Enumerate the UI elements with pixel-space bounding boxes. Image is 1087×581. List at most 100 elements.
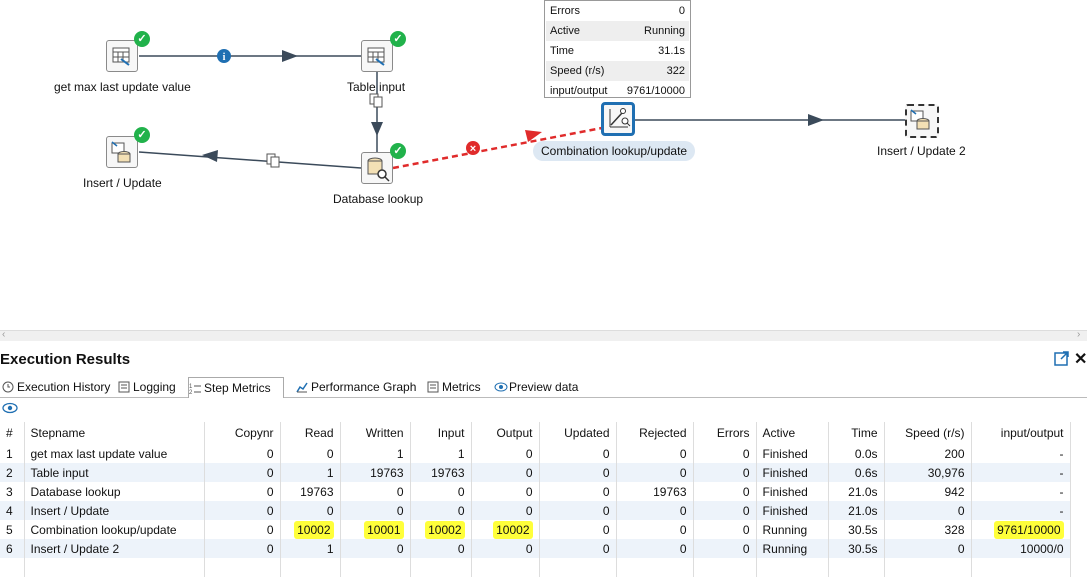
- scroll-right-icon[interactable]: ›: [1077, 329, 1080, 340]
- column-header[interactable]: input/output: [971, 422, 1071, 444]
- scroll-left-icon[interactable]: ‹: [2, 329, 5, 340]
- table-cell: 30.5s: [828, 520, 885, 539]
- table-cell: Database lookup: [24, 482, 205, 501]
- table-cell: 200: [884, 444, 972, 463]
- column-header[interactable]: Rejected: [616, 422, 694, 444]
- transformation-canvas[interactable]: i × ✓ get max last update value ✓ Table …: [0, 0, 1087, 330]
- table-cell: 0: [693, 482, 757, 501]
- table-row[interactable]: 2 Table input 0 1 19763 19763 0 0 0 0 Finished 0.6s…: [0, 463, 1071, 482]
- tooltip-row: Errors 0: [550, 5, 685, 17]
- table-cell: Finished: [756, 463, 829, 482]
- column-header[interactable]: Read: [280, 422, 341, 444]
- success-check-icon: ✓: [390, 143, 406, 159]
- highlighted-value: 10002: [425, 520, 465, 539]
- table-cell: [884, 558, 972, 577]
- tooltip-row: Active Running: [546, 21, 689, 41]
- table-row[interactable]: 6 Insert / Update 2 0 1 0 0 0 0 0 0 Running 30.5s 0 1…: [0, 539, 1071, 558]
- step-metrics-table: # Stepname Copynr Read Written Input Out…: [0, 422, 1071, 577]
- table-cell: 0: [616, 463, 694, 482]
- step-label: Insert / Update: [83, 176, 162, 190]
- table-cell: 0: [539, 501, 617, 520]
- table-row[interactable]: 3 Database lookup 0 19763 0 0 0 0 19763 0 Finished…: [0, 482, 1071, 501]
- show-hide-eye-icon[interactable]: [2, 402, 18, 417]
- table-cell: 6: [0, 539, 25, 558]
- table-cell: 0: [471, 482, 540, 501]
- table-row[interactable]: 1 get max last update value 0 0 1 1 0 0 0 0 Finish…: [0, 444, 1071, 463]
- column-header[interactable]: Stepname: [24, 422, 205, 444]
- column-header[interactable]: Updated: [539, 422, 617, 444]
- table-cell: 10001: [340, 520, 411, 539]
- table-cell: 1: [0, 444, 25, 463]
- results-tab-bar: Execution History Logging 1 2 Step Metrics…: [0, 375, 1087, 398]
- table-cell: Running: [756, 520, 829, 539]
- table-cell: 328: [884, 520, 972, 539]
- graph-icon: [296, 379, 308, 393]
- maximize-icon[interactable]: [1054, 351, 1069, 366]
- table-cell: 0: [204, 520, 281, 539]
- insert-update-icon: [106, 136, 138, 168]
- close-icon[interactable]: ✕: [1074, 349, 1087, 369]
- table-cell: 0: [616, 444, 694, 463]
- table-cell: 10002: [471, 520, 540, 539]
- table-cell: 0: [204, 463, 281, 482]
- step-metrics-table-container[interactable]: # Stepname Copynr Read Written Input Out…: [0, 422, 1087, 581]
- table-cell: 0: [471, 444, 540, 463]
- table-cell: [471, 558, 540, 577]
- tab-step-metrics[interactable]: 1 2 Step Metrics: [188, 377, 284, 398]
- table-cell: -: [971, 463, 1071, 482]
- table-input-icon: [106, 40, 138, 72]
- column-header[interactable]: Input: [410, 422, 472, 444]
- step-label: Database lookup: [333, 192, 424, 206]
- table-cell: 942: [884, 482, 972, 501]
- copy-rows-icon: [369, 93, 383, 108]
- table-cell: get max last update value: [24, 444, 205, 463]
- metrics-icon: [427, 379, 439, 393]
- table-cell: 0: [204, 444, 281, 463]
- table-cell: 0: [471, 463, 540, 482]
- table-cell: 0: [539, 444, 617, 463]
- table-cell: 0: [884, 539, 972, 558]
- tab-logging[interactable]: Logging: [118, 377, 176, 397]
- hop-arrow: [371, 122, 383, 136]
- column-header[interactable]: Output: [471, 422, 540, 444]
- tab-metrics[interactable]: Metrics: [427, 377, 481, 397]
- highlighted-value: 10002: [294, 520, 334, 539]
- column-header[interactable]: Copynr: [204, 422, 281, 444]
- tab-execution-history[interactable]: Execution History: [2, 377, 110, 397]
- table-row[interactable]: 4 Insert / Update 0 0 0 0 0 0 0 0 Finished 21.0s 0-: [0, 501, 1071, 520]
- combination-lookup-icon: [601, 102, 635, 136]
- column-header[interactable]: Active: [756, 422, 829, 444]
- tooltip-row: Time 31.1s: [550, 45, 685, 57]
- tab-performance-graph[interactable]: Performance Graph: [296, 377, 416, 397]
- table-cell: 1: [280, 539, 341, 558]
- table-header-row: # Stepname Copynr Read Written Input Out…: [0, 422, 1071, 444]
- table-cell: [539, 558, 617, 577]
- table-cell: Insert / Update 2: [24, 539, 205, 558]
- table-cell: [24, 558, 205, 577]
- table-cell: [616, 558, 694, 577]
- step-label: Insert / Update 2: [877, 144, 966, 158]
- table-cell: 0: [693, 463, 757, 482]
- column-header[interactable]: Speed (r/s): [884, 422, 972, 444]
- column-header[interactable]: #: [0, 422, 25, 444]
- svg-text:×: ×: [470, 143, 476, 155]
- column-header[interactable]: Written: [340, 422, 411, 444]
- tab-label: Preview data: [509, 380, 579, 394]
- table-cell: 9761/10000: [971, 520, 1071, 539]
- table-cell: 0: [539, 482, 617, 501]
- column-header[interactable]: Errors: [693, 422, 757, 444]
- tooltip-row: Speed (r/s) 322: [546, 61, 689, 81]
- table-cell: [410, 558, 472, 577]
- table-cell: 19763: [616, 482, 694, 501]
- table-cell: 19763: [410, 463, 472, 482]
- table-cell: 0: [693, 539, 757, 558]
- column-header[interactable]: Time: [828, 422, 885, 444]
- tab-label: Performance Graph: [311, 380, 417, 394]
- table-cell: 0: [693, 501, 757, 520]
- table-cell: Table input: [24, 463, 205, 482]
- table-row[interactable]: 5 Combination lookup/update 0 10002 10001 100…: [0, 520, 1071, 539]
- table-cell: 10000/0: [971, 539, 1071, 558]
- table-cell: 3: [0, 482, 25, 501]
- canvas-horizontal-scrollbar[interactable]: ‹ ›: [0, 329, 1087, 341]
- tab-preview-data[interactable]: Preview data: [494, 377, 578, 397]
